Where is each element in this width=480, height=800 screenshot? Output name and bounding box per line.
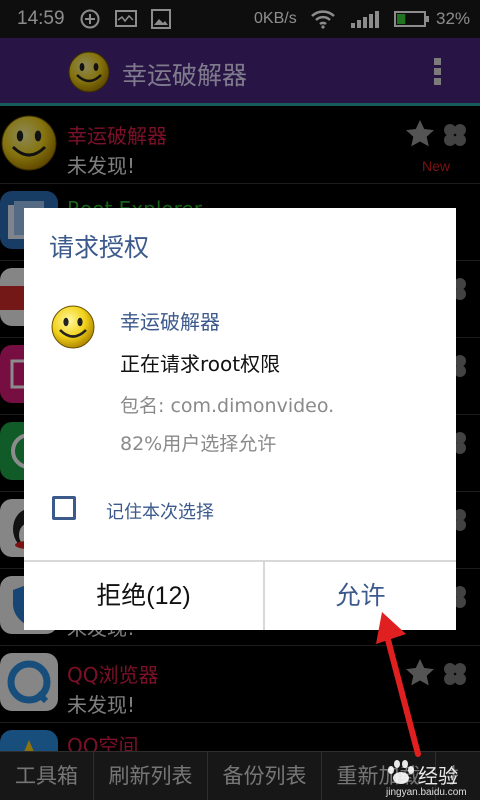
dialog-percent-text: 82%用户选择允许 — [120, 433, 277, 455]
baidu-watermark: 经验 jingyan.baidu.com — [384, 758, 480, 800]
smiley-icon — [51, 305, 95, 349]
dialog-request-text: 正在请求root权限 — [120, 352, 281, 376]
dialog-title: 请求授权 — [49, 233, 150, 262]
watermark-url: jingyan.baidu.com — [386, 787, 467, 798]
watermark-text: 经验 — [418, 764, 458, 788]
dialog-app-name: 幸运破解器 — [120, 310, 220, 334]
dialog-package-name: 包名: com.dimonvideo. — [120, 395, 335, 417]
annotation-arrow — [376, 612, 421, 757]
remember-checkbox[interactable] — [52, 496, 76, 520]
remember-label[interactable]: 记住本次选择 — [106, 498, 214, 524]
deny-button[interactable]: 拒绝(12) — [24, 562, 263, 630]
paw-icon — [388, 760, 414, 784]
root-permission-dialog: 请求授权 幸运破解器 正在请求root权限 包名: com.dimonvideo… — [24, 208, 456, 630]
